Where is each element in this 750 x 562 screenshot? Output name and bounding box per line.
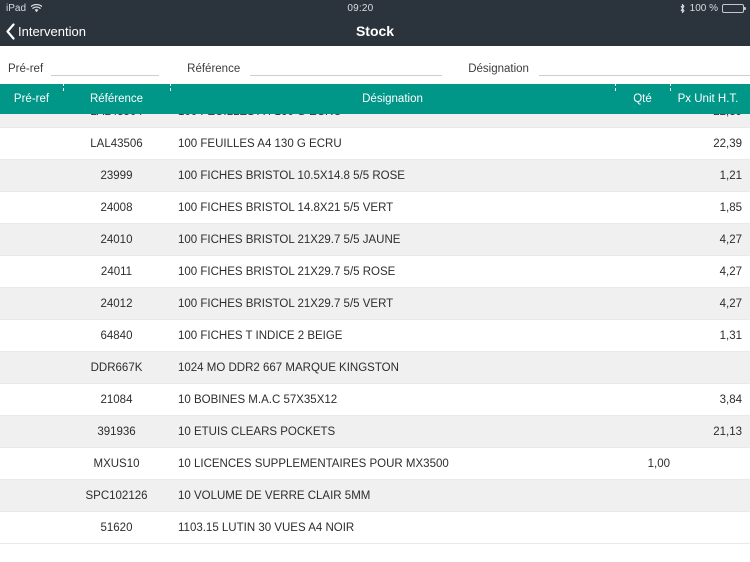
ios-status-bar: iPad 09:20 100 % — [0, 0, 750, 16]
table-row[interactable]: 24012 100 FICHES BRISTOL 21X29.7 5/5 VERT… — [0, 288, 750, 320]
cell-designation: 100 FICHES T INDICE 2 BEIGE — [178, 329, 343, 342]
cell-px-unit-ht: 4,27 — [719, 265, 742, 278]
status-bar-right: 100 % — [679, 2, 746, 14]
back-button[interactable]: Intervention — [0, 22, 86, 40]
column-header-preref[interactable]: Pré-ref — [0, 93, 63, 105]
cell-designation: 10 LICENCES SUPPLEMENTAIRES POUR MX3500 — [178, 457, 449, 470]
cell-px-unit-ht: 1,31 — [719, 329, 742, 342]
cell-designation: 10 ETUIS CLEARS POCKETS — [178, 425, 336, 438]
status-bar-clock: 09:20 — [347, 2, 374, 14]
filter-label-reference: Référence — [187, 63, 241, 75]
cell-reference: DDR667K — [90, 361, 143, 374]
cell-designation: 100 FICHES BRISTOL 21X29.7 5/5 ROSE — [178, 265, 396, 278]
table-row[interactable]: 24011 100 FICHES BRISTOL 21X29.7 5/5 ROSE… — [0, 256, 750, 288]
cell-reference: 391936 — [97, 425, 136, 438]
cell-reference: 23999 — [100, 169, 133, 182]
filter-field-reference: Référence — [159, 62, 443, 76]
table-row[interactable]: 21084 10 BOBINES M.A.C 57X35X12 3,84 — [0, 384, 750, 416]
battery-full-icon — [722, 3, 746, 13]
cell-reference: 51620 — [100, 521, 133, 534]
cell-reference: 21084 — [100, 393, 133, 406]
table-header-row: Pré-ref Référence Désignation Qté Px Uni… — [0, 84, 750, 114]
cell-px-unit-ht: 4,27 — [719, 233, 742, 246]
cell-px-unit-ht: 1,21 — [719, 169, 742, 182]
search-input-preref[interactable] — [51, 62, 160, 76]
cell-reference: LAL43506 — [90, 137, 143, 150]
cell-designation: 100 FICHES BRISTOL 21X29.7 5/5 JAUNE — [178, 233, 401, 246]
cell-px-unit-ht: 4,27 — [719, 297, 742, 310]
cell-reference: 24008 — [100, 201, 133, 214]
column-resize-handle-designation[interactable] — [613, 84, 618, 91]
table-row[interactable]: DDR667K 1024 MO DDR2 667 MARQUE KINGSTON — [0, 352, 750, 384]
cell-designation: 100 FICHES BRISTOL 10.5X14.8 5/5 ROSE — [178, 169, 405, 182]
cell-designation: 100 FICHES BRISTOL 14.8X21 5/5 VERT — [178, 201, 394, 214]
device-name-label: iPad — [6, 2, 27, 14]
cell-designation: 1103.15 LUTIN 30 VUES A4 NOIR — [178, 521, 355, 534]
cell-designation: 10 BOBINES M.A.C 57X35X12 — [178, 393, 338, 406]
column-header-px-unit-ht[interactable]: Px Unit H.T. — [670, 93, 750, 105]
cell-reference: 24010 — [100, 233, 133, 246]
search-input-designation[interactable] — [538, 62, 750, 76]
table-row[interactable]: LAL43504 100 FEUILLES A4 160 G ECRU 22,3… — [0, 114, 750, 128]
cell-reference: SPC102126 — [85, 489, 148, 502]
cell-designation: 100 FICHES BRISTOL 21X29.7 5/5 VERT — [178, 297, 394, 310]
back-button-label: Intervention — [18, 23, 86, 39]
page-title: Stock — [355, 23, 395, 39]
table-row[interactable]: 391936 10 ETUIS CLEARS POCKETS 21,13 — [0, 416, 750, 448]
bluetooth-icon — [679, 3, 686, 14]
battery-percent-label: 100 % — [689, 2, 718, 14]
search-input-reference[interactable] — [250, 62, 443, 76]
table-row[interactable]: 24008 100 FICHES BRISTOL 14.8X21 5/5 VERT… — [0, 192, 750, 224]
column-resize-handle-reference[interactable] — [168, 84, 173, 91]
filter-field-preref: Pré-ref — [0, 62, 160, 76]
cell-px-unit-ht: 22,39 — [713, 137, 742, 150]
filter-field-designation: Désignation — [442, 62, 750, 76]
table-row[interactable]: 24010 100 FICHES BRISTOL 21X29.7 5/5 JAUN… — [0, 224, 750, 256]
filter-label-designation: Désignation — [468, 63, 529, 75]
column-header-reference[interactable]: Référence — [63, 93, 170, 105]
chevron-left-icon — [5, 22, 16, 40]
table-row[interactable]: SPC102126 10 VOLUME DE VERRE CLAIR 5MM — [0, 480, 750, 512]
cell-px-unit-ht: 22,39 — [670, 114, 750, 118]
wifi-icon — [31, 3, 43, 13]
table-row[interactable]: 51620 1103.15 LUTIN 30 VUES A4 NOIR — [0, 512, 750, 544]
column-header-qte[interactable]: Qté — [615, 93, 670, 105]
cell-reference: 64840 — [100, 329, 133, 342]
cell-designation: 100 FEUILLES A4 130 G ECRU — [178, 137, 342, 150]
column-resize-handle-preref[interactable] — [61, 84, 66, 91]
status-bar-left: iPad — [6, 2, 43, 14]
table-row[interactable]: 64840 100 FICHES T INDICE 2 BEIGE 1,31 — [0, 320, 750, 352]
column-header-designation[interactable]: Désignation — [170, 93, 615, 105]
table-row[interactable]: LAL43506 100 FEUILLES A4 130 G ECRU 22,39 — [0, 128, 750, 160]
cell-reference: 24012 — [100, 297, 133, 310]
navigation-bar: Intervention Stock — [0, 16, 750, 46]
filter-label-preref: Pré-ref — [8, 63, 44, 75]
cell-designation: 10 VOLUME DE VERRE CLAIR 5MM — [178, 489, 371, 502]
table-row[interactable]: MXUS10 10 LICENCES SUPPLEMENTAIRES POUR M… — [0, 448, 750, 480]
clipped-row-holder: LAL43504 100 FEUILLES A4 160 G ECRU 22,3… — [0, 114, 750, 128]
column-resize-handle-qte[interactable] — [668, 84, 673, 91]
cell-designation: 1024 MO DDR2 667 MARQUE KINGSTON — [178, 361, 399, 374]
table-body: LAL43504 100 FEUILLES A4 160 G ECRU 22,3… — [0, 114, 750, 544]
cell-designation: 100 FEUILLES A4 160 G ECRU — [170, 114, 615, 118]
cell-px-unit-ht: 21,13 — [713, 425, 742, 438]
cell-px-unit-ht: 1,85 — [719, 201, 742, 214]
table-rows-container: LAL43506 100 FEUILLES A4 130 G ECRU 22,39 2… — [0, 128, 750, 544]
filter-bar: Pré-ref Référence Désignation — [0, 46, 750, 84]
cell-qte: 1,00 — [647, 457, 670, 470]
cell-px-unit-ht: 3,84 — [719, 393, 742, 406]
table-row[interactable]: 23999 100 FICHES BRISTOL 10.5X14.8 5/5 RO… — [0, 160, 750, 192]
cell-reference: MXUS10 — [93, 457, 140, 470]
cell-reference: 24011 — [100, 265, 133, 278]
cell-reference: LAL43504 — [63, 114, 170, 118]
stock-table: Pré-ref Référence Désignation Qté Px Uni… — [0, 84, 750, 562]
